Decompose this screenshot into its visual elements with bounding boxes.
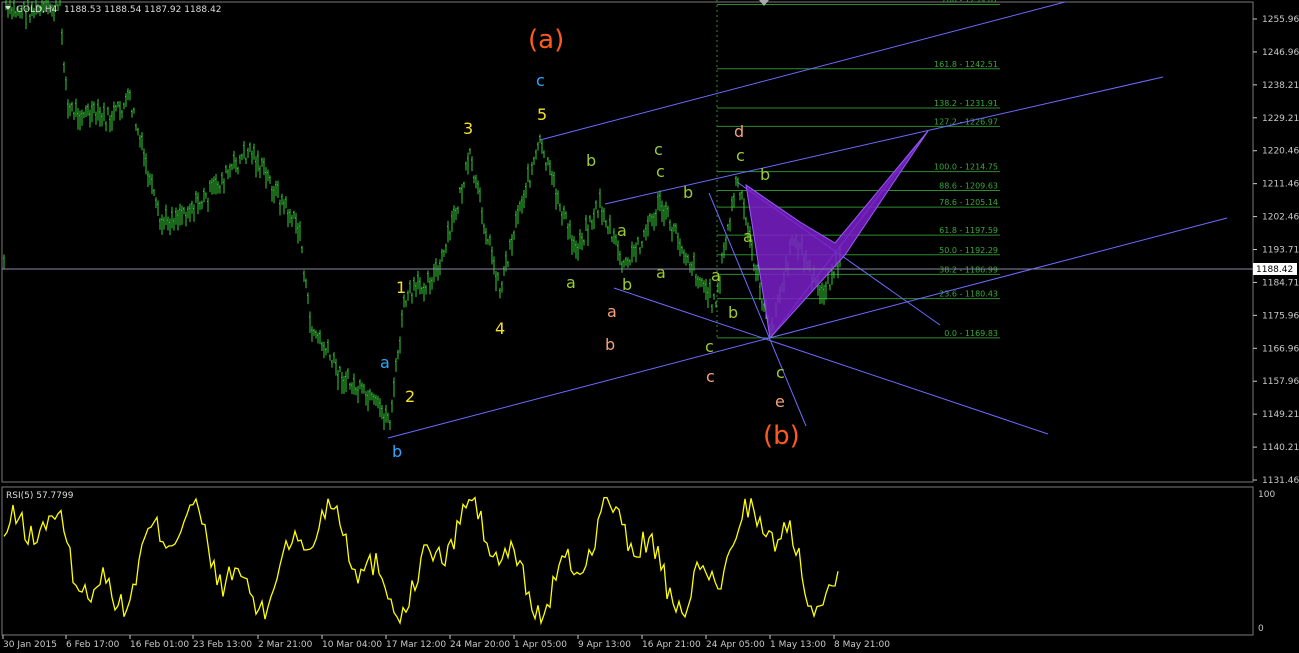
- rsi-indicator: [3, 496, 839, 626]
- time-label: 10 Mar 04:00: [322, 640, 382, 649]
- wave-label: a: [656, 263, 666, 282]
- time-label: 6 Feb 17:00: [66, 640, 120, 649]
- time-label: 8 May 21:00: [834, 640, 890, 649]
- wave-label: d: [734, 122, 744, 141]
- time-label: 1 Apr 05:00: [514, 640, 567, 649]
- price-label: 1193.71: [1262, 246, 1299, 256]
- wave-label: b: [728, 303, 738, 322]
- time-axis: 30 Jan 2015 6 Feb 17:00 16 Feb 01:00 23 Feb…: [2, 635, 890, 650]
- wave-label: b: [605, 335, 615, 354]
- time-label: 30 Jan 2015: [3, 640, 57, 649]
- fib-handle-icon[interactable]: [759, 0, 769, 6]
- chart-canvas[interactable]: 200 - 1259.87 161.8 - 1242.51 138.2 - 1231…: [0, 0, 1299, 650]
- fib-level-label: 61.8 - 1197.59: [939, 226, 998, 235]
- price-label: 1202.46: [1262, 213, 1299, 223]
- ohlc-values: 1188.53 1188.54 1187.92 1188.42: [64, 5, 221, 15]
- harmonic-pattern-shape[interactable]: [745, 130, 929, 340]
- fib-level-label: 138.2 - 1231.91: [934, 99, 998, 108]
- wave-label: c: [656, 162, 665, 181]
- wave-label: c: [776, 363, 785, 382]
- wave-label: b: [760, 165, 770, 184]
- time-label: 2 Mar 21:00: [258, 640, 313, 649]
- wave-label: (a): [528, 25, 564, 55]
- time-label: 24 Mar 20:00: [450, 640, 510, 649]
- fib-level-label: 78.6 - 1205.14: [939, 198, 998, 207]
- time-label: 24 Apr 05:00: [706, 640, 765, 649]
- price-label: 1255.96: [1262, 15, 1299, 25]
- rsi-panel-frame: [1, 486, 1254, 636]
- wave-label: b: [392, 442, 402, 461]
- time-label: 9 Apr 13:00: [578, 640, 631, 649]
- wave-label: b: [586, 151, 596, 170]
- wave-label: (b): [763, 421, 800, 451]
- wave-label: 2: [405, 387, 415, 406]
- time-label: 17 Mar 12:00: [386, 640, 446, 649]
- main-chart-frame: [1, 1, 1254, 483]
- price-label: 1238.21: [1262, 81, 1299, 91]
- wave-label: c: [654, 140, 663, 159]
- wave-label: 1: [396, 278, 406, 297]
- wave-label: c: [536, 71, 545, 90]
- price-label: 1140.21: [1262, 443, 1299, 453]
- rsi-axis-top: 100: [1258, 490, 1275, 500]
- rsi-line: [3, 496, 839, 626]
- price-label: 1131.46: [1262, 476, 1299, 486]
- wave-label: a: [617, 221, 627, 240]
- time-label: 23 Feb 13:00: [193, 640, 252, 649]
- price-axis: 1255.96 1246.96 1238.21 1229.21 1220.46 1211.…: [1253, 15, 1299, 486]
- price-label: 1175.96: [1262, 311, 1299, 321]
- fib-level-label: 38.2 - 1186.99: [939, 265, 998, 274]
- price-label: 1220.46: [1262, 147, 1299, 157]
- wave-label: a: [566, 273, 576, 292]
- wave-label: a: [743, 227, 753, 246]
- current-price-value: 1188.42: [1256, 265, 1293, 275]
- time-label: 16 Apr 21:00: [642, 640, 701, 649]
- fib-level-label: 50.0 - 1192.29: [939, 246, 998, 255]
- price-candles: [3, 0, 841, 431]
- wave-label: e: [775, 392, 785, 411]
- price-label: 1184.71: [1262, 278, 1299, 288]
- price-label: 1157.96: [1262, 377, 1299, 387]
- wave-label: 3: [463, 119, 473, 138]
- time-label: 1 May 13:00: [770, 640, 826, 649]
- price-label: 1246.96: [1262, 48, 1299, 58]
- wave-label: b: [683, 183, 693, 202]
- fib-level-label: 161.8 - 1242.51: [934, 60, 998, 69]
- wave-label: a: [607, 302, 617, 321]
- trend-channels: [387, 1, 1228, 439]
- fib-level-label: 0.0 - 1169.83: [944, 329, 998, 338]
- wave-label: c: [706, 367, 715, 386]
- trading-chart-window[interactable]: 200 - 1259.87 161.8 - 1242.51 138.2 - 1231…: [0, 0, 1299, 650]
- time-label: 16 Feb 01:00: [130, 640, 189, 649]
- wave-label: 4: [495, 319, 505, 338]
- elliott-wave-labels: (a)c53124abbaabcabcababccdcbace(b): [380, 25, 800, 461]
- wave-label: b: [622, 275, 632, 294]
- rsi-label: RSI(5) 57.7799: [6, 491, 74, 501]
- fib-level-label: 100.0 - 1214.75: [934, 163, 998, 172]
- wave-label: 5: [537, 105, 547, 124]
- price-label: 1229.21: [1262, 114, 1299, 124]
- wave-label: a: [380, 353, 390, 372]
- symbol-label: GOLD,H4: [16, 5, 58, 15]
- wave-label: c: [736, 146, 745, 165]
- price-label: 1149.21: [1262, 410, 1299, 420]
- wave-label: c: [705, 337, 714, 356]
- fib-level-label: 88.6 - 1209.63: [939, 182, 998, 191]
- price-label: 1211.46: [1262, 180, 1299, 190]
- price-label: 1166.96: [1262, 344, 1299, 354]
- harmonic-pattern: [745, 130, 929, 340]
- fib-level-label: 200 - 1259.87: [942, 0, 998, 5]
- trend-line[interactable]: [613, 287, 1049, 435]
- rsi-axis-bottom: 0: [1258, 624, 1264, 634]
